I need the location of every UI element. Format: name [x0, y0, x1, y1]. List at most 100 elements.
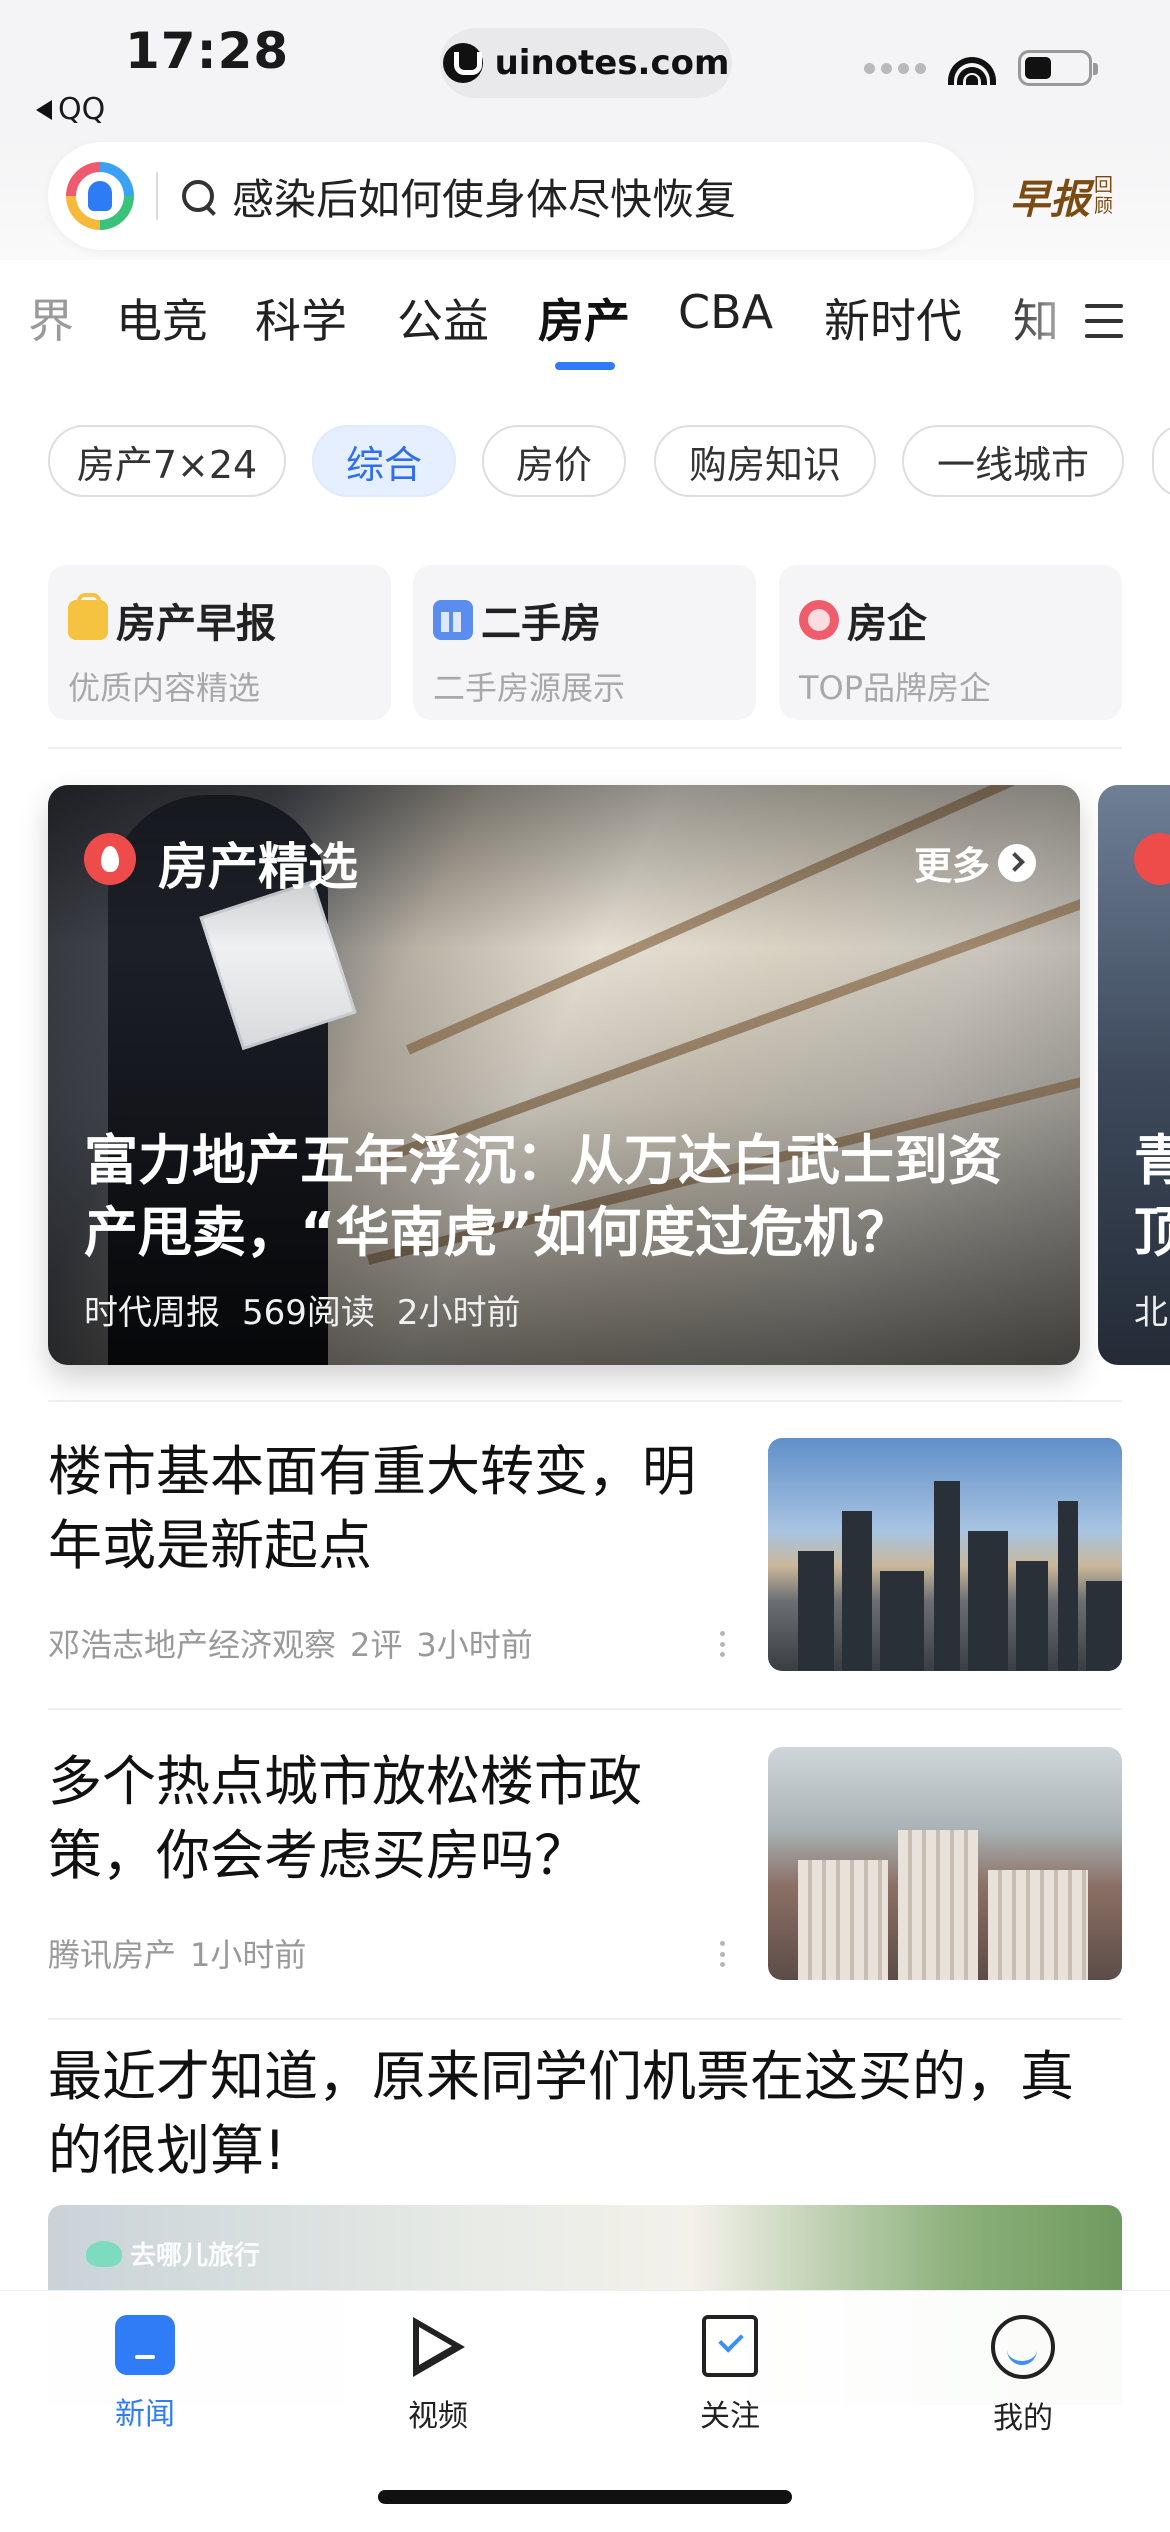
- search-box[interactable]: 感染后如何使身体尽快恢复: [48, 142, 974, 250]
- quick-card-subtitle: 优质内容精选: [68, 669, 261, 707]
- tab-jie[interactable]: 界: [28, 285, 74, 351]
- profile-icon: [991, 2315, 1055, 2379]
- chevron-right-icon: [998, 843, 1036, 882]
- signal-icon: [864, 62, 926, 74]
- quick-card-second-hand[interactable]: 二手房 二手房源展示: [413, 565, 756, 720]
- morning-brief-label: 早报: [1010, 177, 1090, 223]
- article-meta: 腾讯房产 1小时前: [48, 1930, 306, 1976]
- back-to-app-link[interactable]: QQ: [36, 92, 105, 127]
- nav-label: 我的: [993, 2401, 1053, 2436]
- tab-esports[interactable]: 电竞: [116, 285, 208, 351]
- article-comments: 2评: [350, 1626, 403, 1664]
- url-pill[interactable]: uinotes.com: [440, 28, 732, 98]
- quick-card-subtitle: 二手房源展示: [433, 669, 626, 707]
- wifi-icon: [948, 51, 996, 85]
- chip-tier1-cities[interactable]: 一线城市: [902, 425, 1124, 497]
- more-label: 更多: [913, 844, 990, 888]
- search-icon: [180, 178, 216, 214]
- tab-new-era[interactable]: 新时代: [824, 285, 962, 351]
- nav-profile[interactable]: 我的: [933, 2315, 1113, 2437]
- article-thumbnail[interactable]: [768, 1747, 1122, 1980]
- article-source: 腾讯房产: [48, 1936, 177, 1974]
- article-time: 3小时前: [416, 1626, 533, 1664]
- featured-card-next[interactable]: 青顶 北: [1098, 785, 1170, 1365]
- status-time: 17:28: [125, 22, 290, 80]
- featured-meta: 时代周报 569阅读 2小时前: [84, 1285, 521, 1334]
- fire-icon: [1134, 833, 1170, 885]
- battery-icon: [1018, 50, 1098, 86]
- quick-card-subtitle: TOP品牌房企: [799, 669, 992, 707]
- morning-brief-button[interactable]: 早报 回顾: [1010, 152, 1144, 242]
- tab-real-estate[interactable]: 房产: [538, 285, 630, 351]
- tab-cba[interactable]: CBA: [678, 285, 773, 339]
- video-icon: [407, 2315, 469, 2377]
- ad-brand-label: 去哪儿旅行: [130, 2241, 261, 2271]
- featured-time: 2小时前: [396, 1293, 521, 1333]
- quick-card-morning-report[interactable]: 房产早报 优质内容精选: [48, 565, 391, 720]
- morning-brief-sub: 回顾: [1094, 174, 1114, 217]
- featured-next-title: 青顶: [1134, 1129, 1170, 1264]
- back-arrow-icon: [36, 99, 52, 120]
- tab-science[interactable]: 科学: [255, 285, 347, 351]
- ring-icon: [799, 600, 839, 640]
- site-logo-icon: [442, 43, 483, 83]
- divider: [48, 2018, 1122, 2020]
- search-query[interactable]: 感染后如何使身体尽快恢复: [232, 166, 736, 227]
- chip-buying-knowledge[interactable]: 购房知识: [654, 425, 876, 497]
- ad-brand: 去哪儿旅行: [86, 2235, 260, 2272]
- article-thumbnail[interactable]: [768, 1438, 1122, 1671]
- list-item[interactable]: 多个热点城市放松楼市政策，你会考虑买房吗？ 腾讯房产 1小时前: [48, 1745, 1122, 1985]
- nav-video[interactable]: 视频: [348, 2315, 528, 2435]
- more-options-icon[interactable]: [720, 1941, 726, 1967]
- more-options-icon[interactable]: [720, 1631, 726, 1657]
- status-bar: 17:28 QQ uinotes.com: [0, 0, 1170, 130]
- nav-label: 关注: [700, 2399, 760, 2434]
- nav-follow[interactable]: 关注: [640, 2315, 820, 2435]
- nav-label: 新闻: [115, 2397, 175, 2432]
- divider: [48, 1708, 1122, 1710]
- back-app-label: QQ: [58, 92, 106, 127]
- chip-comprehensive[interactable]: 综合: [312, 425, 456, 497]
- divider: [48, 1400, 1122, 1402]
- quick-card-developers[interactable]: 房企 TOP品牌房企: [779, 565, 1122, 720]
- follow-icon: [702, 2315, 758, 2377]
- featured-next-meta: 北: [1134, 1293, 1168, 1333]
- home-indicator[interactable]: [378, 2490, 792, 2504]
- channel-menu-icon[interactable]: [1085, 304, 1123, 338]
- search-divider: [156, 172, 158, 220]
- article-title[interactable]: 楼市基本面有重大转变，明年或是新起点: [48, 1435, 728, 1583]
- featured-card[interactable]: 房产精选 更多 富力地产五年浮沉：从万达白武士到资产甩卖，“华南虎”如何度过危机…: [48, 785, 1080, 1365]
- ad-title[interactable]: 最近才知道，原来同学们机票在这买的，真的很划算!: [48, 2040, 1122, 2188]
- featured-section-label: 房产精选: [158, 838, 358, 896]
- nav-label: 视频: [408, 2399, 468, 2434]
- article-title[interactable]: 多个热点城市放松楼市政策，你会考虑买房吗？: [48, 1745, 728, 1893]
- article-source: 邓浩志地产经济观察: [48, 1626, 337, 1664]
- divider: [48, 747, 1122, 749]
- nav-news[interactable]: 新闻: [55, 2315, 235, 2433]
- featured-reads: 569阅读: [242, 1293, 375, 1333]
- bag-icon: [68, 593, 108, 640]
- featured-source: 时代周报: [84, 1293, 220, 1333]
- chip-realtime[interactable]: 房产7×24: [48, 425, 286, 497]
- news-icon: [115, 2315, 175, 2375]
- quick-card-title: 二手房: [481, 601, 601, 647]
- camel-logo-icon: [86, 2240, 122, 2267]
- article-meta: 邓浩志地产经济观察 2评 3小时前: [48, 1620, 533, 1666]
- quick-card-title: 房企: [847, 601, 927, 647]
- article-time: 1小时前: [190, 1936, 307, 1974]
- featured-title[interactable]: 富力地产五年浮沉：从万达白武士到资产甩卖，“华南虎”如何度过危机？: [84, 1125, 1044, 1269]
- fire-icon: [84, 833, 136, 885]
- tab-charity[interactable]: 公益: [397, 285, 489, 351]
- quick-card-title: 房产早报: [116, 601, 276, 647]
- chip-housing-price[interactable]: 房价: [482, 425, 626, 497]
- house-icon: [433, 600, 473, 640]
- url-text: uinotes.com: [494, 43, 730, 83]
- chip-overflow[interactable]: [1152, 425, 1170, 497]
- status-icons: [864, 50, 1098, 86]
- qq-browser-logo-icon[interactable]: [66, 162, 134, 230]
- active-tab-indicator: [555, 362, 615, 370]
- tabs-fade: [1010, 285, 1090, 365]
- search-header: 感染后如何使身体尽快恢复 早报 回顾: [0, 130, 1170, 260]
- featured-more-link[interactable]: 更多: [914, 835, 1036, 890]
- list-item[interactable]: 楼市基本面有重大转变，明年或是新起点 邓浩志地产经济观察 2评 3小时前: [48, 1435, 1122, 1675]
